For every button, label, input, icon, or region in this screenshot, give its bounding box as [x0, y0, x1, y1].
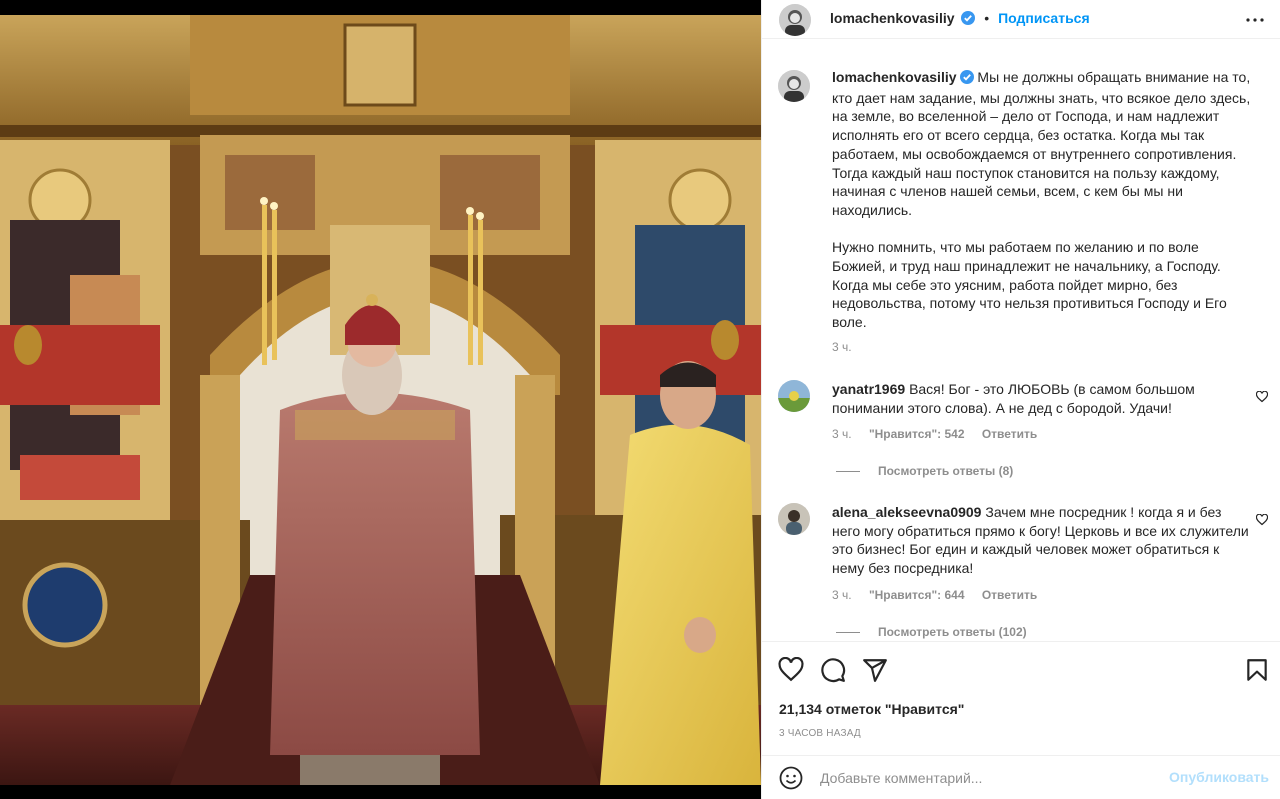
comment-time: 3 ч.: [832, 588, 852, 602]
reply-button[interactable]: Ответить: [982, 427, 1037, 441]
comment-heart-icon[interactable]: [1255, 390, 1269, 403]
commenter-username[interactable]: alena_alekseevna0909: [832, 504, 981, 520]
publish-button[interactable]: Опубликовать: [1169, 769, 1269, 785]
verified-badge-icon: [961, 11, 976, 28]
post-timestamp[interactable]: 3 ЧАСОВ НАЗАД: [779, 728, 861, 739]
add-comment-bar: Опубликовать: [762, 755, 1280, 799]
header-meta: lomachenkovasiliy • Подписаться: [830, 10, 1090, 28]
comment-body: yanatr1969 Вася! Бог - это ЛЮБОВЬ (в сам…: [832, 380, 1252, 417]
caption-username[interactable]: lomachenkovasiliy: [832, 69, 957, 85]
bookmark-icon[interactable]: [1244, 657, 1270, 683]
comment-meta: 3 ч. "Нравится": 644 Ответить: [832, 588, 1051, 602]
comment-heart-icon[interactable]: [1255, 513, 1269, 526]
comment-likes[interactable]: "Нравится": 542: [869, 427, 965, 441]
caption-time: 3 ч.: [832, 340, 852, 354]
reply-button[interactable]: Ответить: [982, 588, 1037, 602]
caption-text: Мы не должны обращать внимание на то, кт…: [832, 69, 1251, 331]
comment-icon[interactable]: [820, 657, 846, 683]
separator-dot: •: [984, 10, 990, 26]
post-photo[interactable]: [0, 15, 761, 785]
likes-count[interactable]: 21,134 отметок "Нравится": [779, 701, 964, 717]
comments-list[interactable]: lomachenkovasiliy Мы не должны обращать …: [762, 40, 1280, 640]
paper-plane-icon[interactable]: [862, 657, 888, 683]
caption-avatar[interactable]: [778, 70, 810, 102]
replies-line: [836, 632, 860, 634]
post-header: lomachenkovasiliy • Подписаться: [762, 0, 1280, 39]
media-letterbox-top: [0, 0, 761, 15]
emoji-icon[interactable]: [779, 766, 803, 790]
view-replies-button[interactable]: Посмотреть ответы (102): [836, 625, 1027, 639]
replies-line: [836, 471, 860, 473]
more-options-icon[interactable]: [1243, 8, 1267, 32]
commenter-avatar[interactable]: [778, 503, 810, 535]
view-replies-label: Посмотреть ответы (102): [878, 625, 1027, 639]
follow-button[interactable]: Подписаться: [998, 10, 1090, 26]
post-details-panel: lomachenkovasiliy • Подписаться lomachen…: [761, 0, 1280, 799]
post-actions: 21,134 отметок "Нравится" 3 ЧАСОВ НАЗАД: [762, 641, 1280, 755]
caption-body: lomachenkovasiliy Мы не должны обращать …: [832, 68, 1252, 332]
media-letterbox-bottom: [0, 785, 761, 799]
comment-input[interactable]: [820, 768, 1160, 788]
author-avatar[interactable]: [779, 4, 811, 36]
commenter-username[interactable]: yanatr1969: [832, 381, 905, 397]
view-replies-button[interactable]: Посмотреть ответы (8): [836, 464, 1013, 478]
commenter-avatar[interactable]: [778, 380, 810, 412]
comment-body: alena_alekseevna0909 Зачем мне посредник…: [832, 503, 1252, 578]
verified-badge-icon: [959, 70, 974, 89]
post-media[interactable]: [0, 0, 761, 799]
author-username[interactable]: lomachenkovasiliy: [830, 10, 955, 26]
heart-icon[interactable]: [778, 656, 804, 683]
comment-likes[interactable]: "Нравится": 644: [869, 588, 965, 602]
comment-meta: 3 ч. "Нравится": 542 Ответить: [832, 427, 1051, 441]
view-replies-label: Посмотреть ответы (8): [878, 464, 1014, 478]
comment-time: 3 ч.: [832, 427, 852, 441]
